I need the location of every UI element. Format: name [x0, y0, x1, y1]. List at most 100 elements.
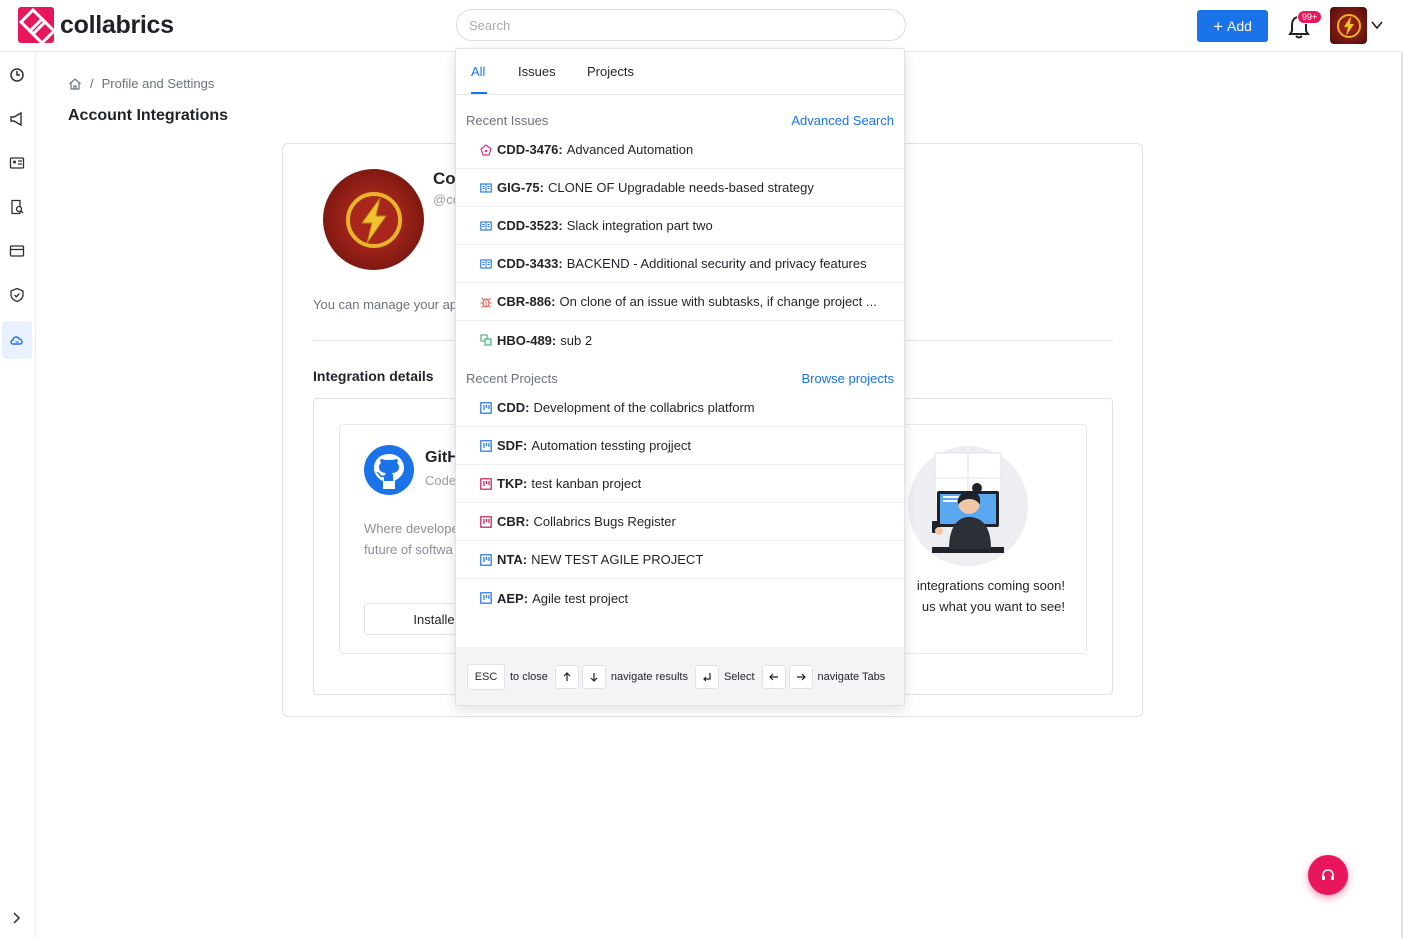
project-row[interactable]: AEP: Agile test project — [456, 579, 904, 617]
coming-soon-card: integrations coming soon! us what you wa… — [874, 424, 1087, 654]
github-icon — [364, 445, 414, 495]
project-title: Automation tessting projject — [531, 438, 692, 453]
app-name: collabrics — [60, 10, 174, 39]
story-book-icon — [480, 220, 492, 231]
arrow-up-key — [554, 665, 579, 689]
integration-details-title: Integration details — [313, 368, 434, 384]
add-button[interactable]: + Add — [1197, 10, 1268, 42]
breadcrumb-separator: / — [90, 76, 94, 91]
project-board-icon — [480, 401, 492, 414]
issue-title: CLONE OF Upgradable needs-based strategy — [547, 180, 814, 195]
search-tabs: All Issues Projects — [456, 49, 904, 95]
navigate-tabs-hint: navigate Tabs — [817, 671, 886, 683]
chevron-right-icon — [13, 912, 21, 924]
issue-row[interactable]: CDD-3476: Advanced Automation — [456, 131, 904, 169]
issue-key: CDD-3476: — [497, 142, 563, 157]
sidebar-item-integrations[interactable] — [2, 321, 32, 359]
megaphone-icon — [10, 111, 22, 127]
sidebar — [0, 53, 36, 938]
search-input[interactable] — [456, 9, 906, 41]
tab-projects[interactable]: Projects — [587, 64, 634, 79]
project-key: NTA: — [497, 552, 528, 567]
cloud-sync-icon — [10, 336, 23, 345]
active-tab-indicator — [471, 92, 487, 94]
arrow-up-icon — [563, 672, 571, 681]
issue-title: On clone of an issue with subtasks, if c… — [559, 294, 877, 309]
issue-key: HBO-489: — [497, 332, 557, 348]
home-icon[interactable] — [68, 77, 82, 91]
credit-card-icon — [9, 245, 25, 257]
story-book-icon — [480, 258, 492, 269]
project-row[interactable]: CBR: Collabrics Bugs Register — [456, 503, 904, 541]
enter-icon — [703, 673, 711, 682]
logo-mark-icon — [18, 7, 54, 43]
to-close-hint: to close — [510, 671, 548, 683]
project-board-icon — [480, 592, 492, 604]
issue-key: CDD-3523: — [497, 218, 563, 233]
flash-logo-icon — [1336, 13, 1361, 38]
project-title: Agile test project — [532, 590, 629, 606]
project-board-icon — [480, 515, 492, 528]
issue-key: CDD-3433: — [497, 256, 563, 271]
tab-issues[interactable]: Issues — [518, 64, 556, 79]
person-at-computer-illustration — [908, 446, 1028, 566]
sidebar-item-reports[interactable] — [2, 192, 32, 222]
issue-row[interactable]: CDD-3523: Slack integration part two — [456, 207, 904, 245]
advanced-search-link[interactable]: Advanced Search — [791, 113, 894, 128]
project-row[interactable]: SDF: Automation tessting projject — [456, 427, 904, 465]
sidebar-expand[interactable] — [2, 903, 32, 933]
issue-title: Slack integration part two — [566, 218, 713, 233]
project-board-icon — [480, 553, 492, 566]
issue-key: CBR-886: — [497, 294, 556, 309]
sidebar-item-profile[interactable] — [2, 148, 32, 178]
clock-history-icon — [10, 68, 24, 82]
issue-row[interactable]: CDD-3433: BACKEND - Additional security … — [456, 245, 904, 283]
project-title: test kanban project — [531, 476, 642, 491]
issue-row[interactable]: HBO-489: sub 2 — [456, 321, 904, 359]
add-button-label: Add — [1227, 18, 1252, 34]
sidebar-item-security[interactable] — [2, 280, 32, 310]
account-avatar — [323, 169, 424, 270]
headset-icon — [1322, 869, 1334, 880]
bug-icon — [480, 297, 492, 308]
issue-row[interactable]: CBR-886: On clone of an issue with subta… — [456, 283, 904, 321]
arrow-down-icon — [590, 673, 598, 682]
select-hint: Select — [723, 671, 755, 683]
shield-check-icon — [10, 287, 24, 303]
user-avatar[interactable] — [1330, 7, 1367, 44]
sidebar-item-announcements[interactable] — [2, 104, 32, 134]
arrow-right-key — [788, 665, 813, 689]
page-title: Account Integrations — [68, 107, 229, 124]
sidebar-item-billing[interactable] — [2, 236, 32, 266]
account-name: Co — [433, 169, 456, 188]
keyboard-hints: ESC to close navigate results Select nav… — [456, 647, 904, 705]
subtask-icon — [480, 334, 492, 346]
issue-title: sub 2 — [560, 332, 593, 348]
tab-all[interactable]: All — [471, 64, 485, 79]
project-board-icon — [480, 439, 492, 452]
app-logo[interactable]: collabrics — [18, 7, 174, 43]
arrow-left-key — [761, 665, 786, 689]
navigate-results-hint: navigate results — [610, 671, 688, 683]
top-bar: collabrics + Add 99+ — [0, 0, 1403, 52]
epic-icon — [480, 143, 492, 156]
issue-title: BACKEND - Additional security and privac… — [566, 256, 867, 271]
recent-projects-heading: Recent Projects — [466, 371, 558, 386]
browse-projects-link[interactable]: Browse projects — [802, 371, 894, 386]
project-key: CDD: — [497, 400, 530, 415]
project-row[interactable]: TKP: test kanban project — [456, 465, 904, 503]
chevron-down-icon[interactable] — [1370, 18, 1384, 32]
breadcrumb-current[interactable]: Profile and Settings — [102, 76, 215, 91]
project-row[interactable]: NTA: NEW TEST AGILE PROJECT — [456, 541, 904, 579]
support-button[interactable] — [1308, 855, 1348, 895]
issue-title: Advanced Automation — [566, 142, 694, 157]
project-row[interactable]: CDD: Development of the collabrics platf… — [456, 389, 904, 427]
notification-badge: 99+ — [1297, 10, 1323, 24]
github-subtitle: Code — [425, 473, 457, 488]
issue-row[interactable]: GIG-75: CLONE OF Upgradable needs-based … — [456, 169, 904, 207]
arrow-down-key — [581, 665, 606, 689]
esc-key: ESC — [467, 664, 505, 690]
manage-apps-text: You can manage your ap — [313, 297, 458, 312]
sidebar-item-activity[interactable] — [2, 60, 32, 90]
document-search-icon — [11, 199, 24, 215]
